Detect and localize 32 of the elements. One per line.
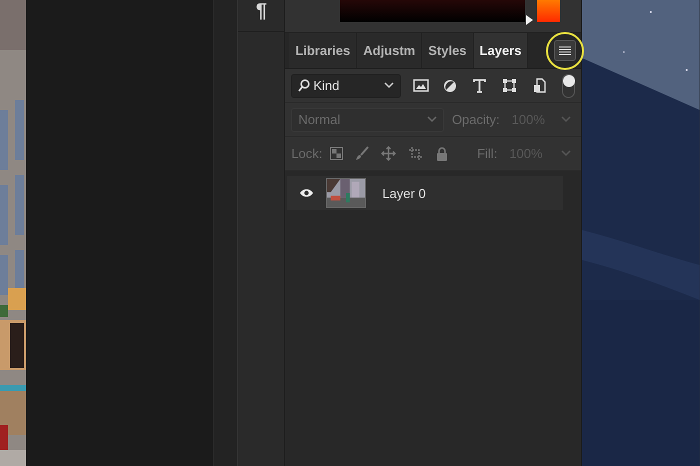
lock-icon[interactable] <box>436 146 448 160</box>
chevron-icon <box>561 150 572 157</box>
image-icon[interactable] <box>413 79 430 92</box>
chevron-icon <box>426 116 437 123</box>
search-icon <box>298 79 310 92</box>
chevron-icon <box>384 82 394 89</box>
text-icon[interactable] <box>473 78 486 92</box>
filter-toggle[interactable] <box>562 74 576 98</box>
panel-tab[interactable]: Adjustm <box>357 33 422 68</box>
transform-icon[interactable] <box>502 78 518 93</box>
opacity-label: Opacity: <box>452 112 500 127</box>
slider-thumb[interactable] <box>525 14 534 25</box>
move-icon[interactable] <box>381 146 396 161</box>
filter-dropdown[interactable]: Kind <box>291 74 402 98</box>
menu-icon <box>559 46 572 55</box>
panel-tab[interactable]: Libraries <box>289 33 358 68</box>
color-field[interactable] <box>340 0 526 22</box>
panel-menu-button[interactable] <box>554 40 576 61</box>
panel-tab[interactable]: Layers <box>474 33 528 68</box>
lock-label: Lock: <box>291 146 322 161</box>
layer-name: Layer 0 <box>382 186 426 200</box>
fill-label: Fill: <box>477 146 498 161</box>
checkerboard-icon[interactable] <box>330 147 344 160</box>
chevron-icon <box>561 116 572 123</box>
half-circle-icon[interactable] <box>443 78 458 92</box>
paragraph-tool[interactable]: ¶ <box>256 0 267 22</box>
crop-icon[interactable] <box>408 146 424 161</box>
panel-tab[interactable]: Styles <box>422 33 474 68</box>
layer-row[interactable]: Layer 0 <box>287 176 564 210</box>
brush-icon[interactable] <box>355 146 370 161</box>
eye-icon[interactable] <box>299 188 314 198</box>
document-icon[interactable] <box>533 78 546 93</box>
